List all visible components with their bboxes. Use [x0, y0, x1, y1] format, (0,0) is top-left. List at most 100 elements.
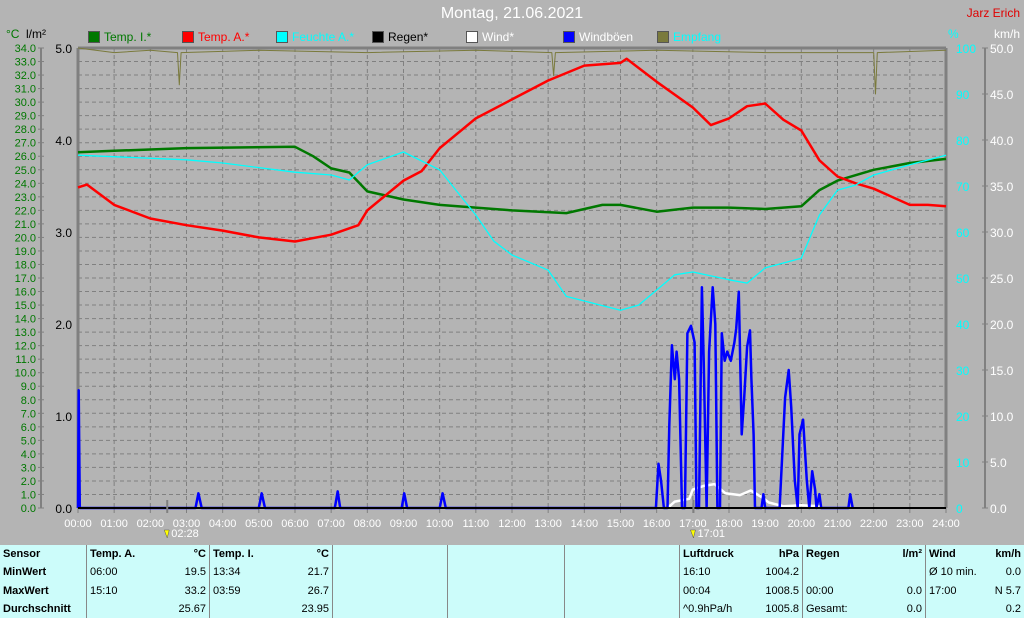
humidity-tick-label: 50: [956, 272, 970, 286]
temp-tick-label: 28.0: [15, 124, 36, 136]
event-icon: [690, 529, 696, 539]
time-tick-label: 12:00: [498, 518, 526, 530]
wind-tick-label: 20.0: [990, 318, 1014, 332]
temp-tick-label: 12.0: [15, 341, 36, 353]
time-tick-label: 19:00: [751, 518, 779, 530]
header-temp-i-unit: °C: [316, 548, 329, 561]
stats-header-row: Sensor Temp. A. °C Temp. I. °C Luftdruck…: [0, 545, 1024, 564]
temp-tick-label: 6.0: [21, 422, 36, 434]
series-windböen: [76, 285, 854, 510]
temp-a-value: 33.2: [184, 584, 206, 597]
rain-value: 0.0: [906, 602, 922, 615]
temp-tick-label: 3.0: [21, 462, 36, 474]
pressure-value: 1004.2: [765, 566, 799, 579]
temp-tick-label: 24.0: [15, 178, 36, 190]
header-wind: Wind: [925, 545, 988, 564]
temp-tick-label: 0.0: [21, 503, 36, 515]
time-tick-label: 10:00: [426, 518, 454, 530]
temp-tick-label: 32.0: [15, 70, 36, 82]
temp-tick-label: 2.0: [21, 476, 36, 488]
temp-tick-label: 14.0: [15, 314, 36, 326]
temp-tick-label: 10.0: [15, 368, 36, 380]
wind-tick-label: 45.0: [990, 88, 1014, 102]
annotation-label: 17:01: [697, 528, 725, 540]
temp-tick-label: 20.0: [15, 232, 36, 244]
stats-row-avg: Durchschnitt 25.67 23.95 ^0.9hPa/h 1005.8…: [0, 599, 1024, 618]
pressure-time: ^0.9hPa/h: [679, 599, 746, 618]
humidity-tick-label: 30: [956, 364, 970, 378]
wind-tick-label: 10.0: [990, 410, 1014, 424]
stats-row-min: MinWert 06:00 19.5 13:34 21.7 16:10 1004.2 …: [0, 563, 1024, 582]
temp-tick-label: 26.0: [15, 151, 36, 163]
temp-tick-label: 17.0: [15, 273, 36, 285]
rain-tick-label: 2.0: [55, 318, 72, 332]
temp-i-value: 23.95: [301, 602, 329, 615]
wind-tick-label: 0.0: [990, 502, 1007, 516]
pressure-value: 1005.8: [765, 602, 799, 615]
time-tick-label: 05:00: [245, 518, 273, 530]
wind-time: 17:00: [925, 581, 988, 600]
temp-tick-label: 5.0: [21, 435, 36, 447]
temp-a-value: 25.67: [178, 602, 206, 615]
temp-a-value: 19.5: [184, 566, 206, 579]
temp-tick-label: 25.0: [15, 165, 36, 177]
temp-tick-label: 23.0: [15, 192, 36, 204]
stats-row-max: MaxWert 15:10 33.2 03:59 26.7 00:04 1008.5 …: [0, 581, 1024, 600]
temp-tick-label: 18.0: [15, 259, 36, 271]
header-rain-unit: l/m²: [902, 548, 922, 561]
temp-tick-label: 29.0: [15, 111, 36, 123]
wind-value: 0.2: [1005, 602, 1021, 615]
header-temp-i: Temp. I.: [209, 545, 276, 564]
temp-tick-label: 13.0: [15, 327, 36, 339]
event-icon: [163, 529, 170, 539]
rain-time: 00:00: [802, 581, 869, 600]
time-tick-label: 01:00: [100, 518, 128, 530]
row-label: Durchschnitt: [3, 602, 71, 615]
time-tick-label: 14:00: [571, 518, 599, 530]
temp-tick-label: 11.0: [15, 354, 36, 366]
rain-tick-label: 5.0: [55, 42, 72, 56]
humidity-tick-label: 10: [956, 456, 970, 470]
header-sensor: Sensor: [3, 548, 41, 561]
temp-tick-label: 4.0: [21, 449, 36, 461]
time-tick-label: 22:00: [860, 518, 888, 530]
temp-tick-label: 21.0: [15, 219, 36, 231]
temp-tick-label: 16.0: [15, 287, 36, 299]
time-tick-label: 21:00: [824, 518, 852, 530]
header-pressure: Luftdruck: [679, 545, 746, 564]
rain-time: Gesamt:: [802, 599, 869, 618]
temp-i-time: 13:34: [209, 563, 276, 582]
wind-tick-label: 40.0: [990, 134, 1014, 148]
temp-tick-label: 22.0: [15, 205, 36, 217]
temp-tick-label: 19.0: [15, 246, 36, 258]
humidity-tick-label: 40: [956, 318, 970, 332]
humidity-tick-label: 80: [956, 134, 970, 148]
time-tick-label: 20:00: [788, 518, 816, 530]
temp-tick-label: 30.0: [15, 97, 36, 109]
time-tick-label: 00:00: [64, 518, 92, 530]
time-tick-label: 08:00: [354, 518, 382, 530]
annotation-label: 02:28: [171, 528, 199, 540]
time-tick-label: 07:00: [317, 518, 345, 530]
wind-tick-label: 50.0: [990, 42, 1014, 56]
humidity-tick-label: 100: [956, 42, 976, 56]
rain-tick-label: 1.0: [55, 410, 72, 424]
time-tick-label: 11:00: [462, 518, 489, 530]
temp-tick-label: 31.0: [15, 84, 36, 96]
temp-tick-label: 15.0: [15, 300, 36, 312]
temp-a-time: 15:10: [86, 581, 153, 600]
wind-tick-label: 25.0: [990, 272, 1014, 286]
temp-i-time: [209, 599, 276, 618]
wind-value: 0.0: [1005, 566, 1021, 579]
temp-tick-label: 34.0: [15, 43, 36, 55]
temp-i-time: 03:59: [209, 581, 276, 600]
wind-tick-label: 30.0: [990, 226, 1014, 240]
header-wind-unit: km/h: [995, 548, 1021, 561]
time-tick-label: 24:00: [932, 518, 960, 530]
stats-table: Sensor Temp. A. °C Temp. I. °C Luftdruck…: [0, 545, 1024, 618]
pressure-time: 00:04: [679, 581, 746, 600]
time-tick-label: 02:00: [137, 518, 165, 530]
wind-time: [925, 599, 988, 618]
wind-tick-label: 5.0: [990, 456, 1007, 470]
time-tick-label: 09:00: [390, 518, 418, 530]
